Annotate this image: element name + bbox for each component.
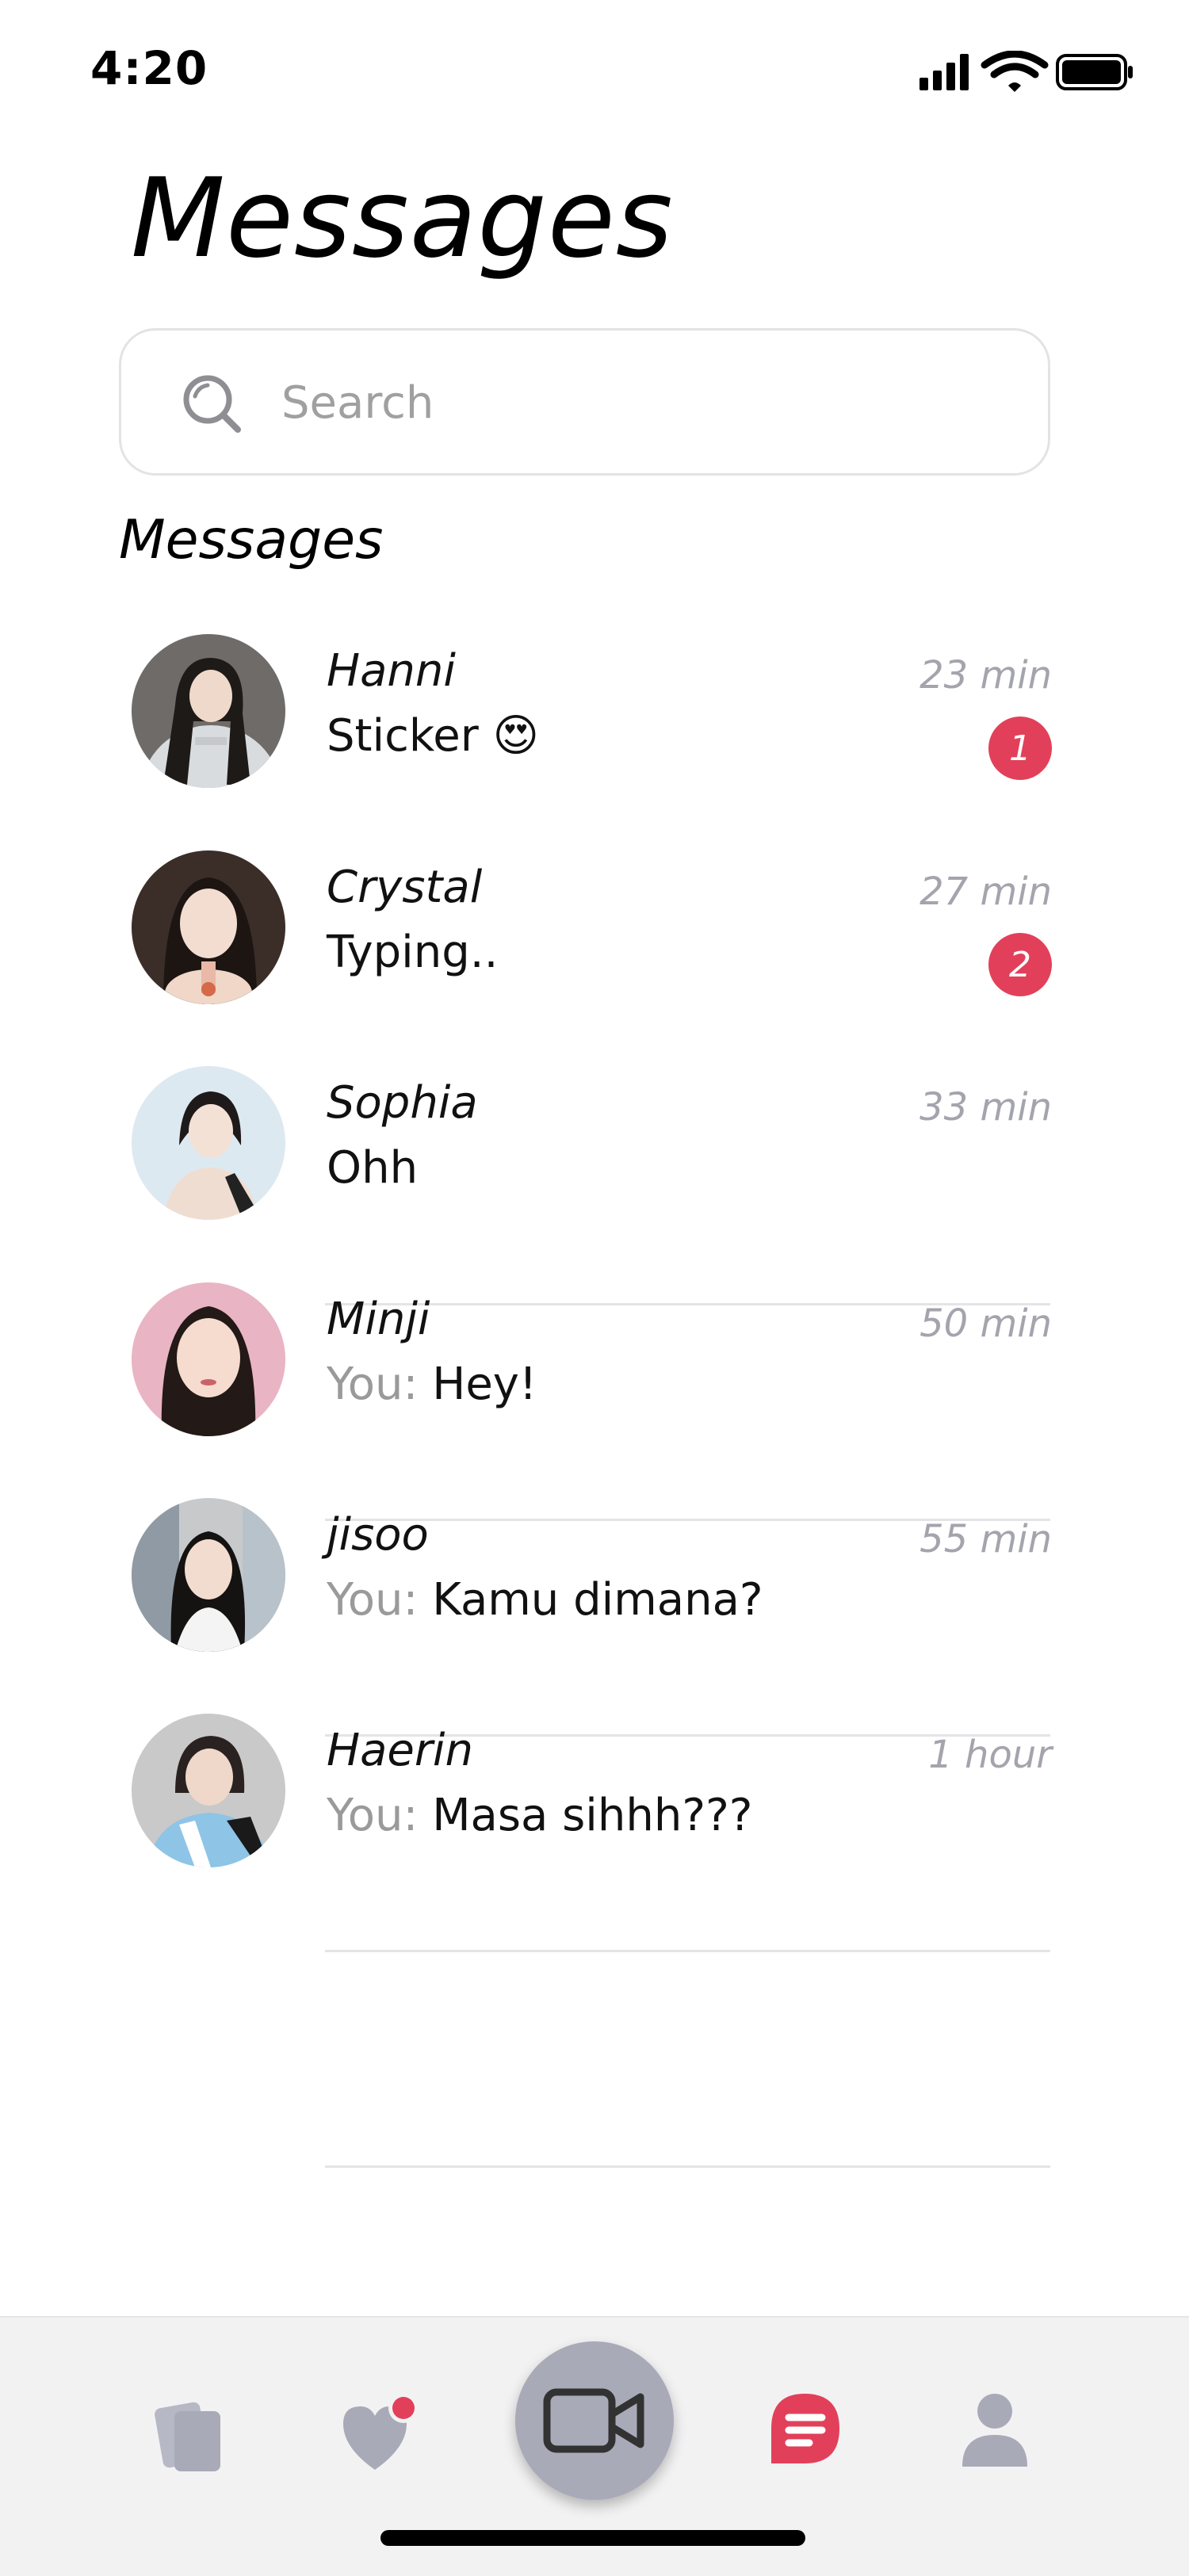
message-time: 55 min bbox=[919, 1517, 1052, 1561]
message-time: 27 min bbox=[919, 869, 1052, 914]
avatar bbox=[132, 1066, 285, 1220]
preview-text: Typing.. bbox=[327, 927, 499, 978]
contact-name: Minji bbox=[327, 1294, 430, 1345]
divider bbox=[325, 1950, 1050, 1952]
conversation-row[interactable]: Sophia 33 min Ohh bbox=[119, 1060, 1054, 1250]
message-time: 33 min bbox=[919, 1085, 1052, 1129]
avatar bbox=[132, 1498, 285, 1652]
avatar bbox=[132, 634, 285, 788]
cellular-signal-icon bbox=[919, 54, 969, 90]
contact-name: Haerin bbox=[327, 1725, 473, 1776]
message-preview: You: Masa sihhh??? bbox=[327, 1790, 753, 1841]
preview-text: Masa sihhh??? bbox=[432, 1790, 753, 1841]
cards-icon[interactable] bbox=[151, 2397, 230, 2476]
message-preview: Ohh bbox=[327, 1142, 418, 1194]
message-preview: Sticker 😍 bbox=[327, 710, 539, 762]
search-bar[interactable] bbox=[119, 328, 1050, 476]
message-time: 23 min bbox=[919, 653, 1052, 698]
unread-badge: 1 bbox=[988, 717, 1052, 780]
unread-badge: 2 bbox=[988, 933, 1052, 996]
profile-icon[interactable] bbox=[961, 2391, 1029, 2470]
chat-icon[interactable] bbox=[765, 2391, 844, 2470]
avatar bbox=[132, 850, 285, 1004]
search-input[interactable] bbox=[280, 362, 996, 443]
conversation-row[interactable]: Hanni 23 min Sticker 😍 1 bbox=[119, 628, 1054, 818]
conversation-row[interactable]: jisoo 55 min You: Kamu dimana? bbox=[119, 1492, 1054, 1682]
contact-name: jisoo bbox=[327, 1509, 429, 1561]
preview-text: Sticker 😍 bbox=[327, 710, 539, 762]
preview-text: Ohh bbox=[327, 1142, 419, 1194]
avatar bbox=[132, 1282, 285, 1436]
status-time: 4:20 bbox=[90, 41, 208, 95]
conversation-row[interactable]: Minji 50 min You: Hey! bbox=[119, 1276, 1054, 1466]
message-preview: You: Kamu dimana? bbox=[327, 1574, 763, 1626]
contact-name: Crystal bbox=[327, 862, 483, 913]
you-prefix: You: bbox=[327, 1790, 433, 1841]
contact-name: Sophia bbox=[327, 1077, 478, 1129]
video-camera-icon bbox=[543, 2388, 644, 2453]
home-indicator bbox=[380, 2530, 805, 2546]
preview-text: Hey! bbox=[432, 1359, 537, 1410]
video-call-button[interactable] bbox=[515, 2341, 674, 2500]
contact-name: Hanni bbox=[327, 645, 456, 697]
you-prefix: You: bbox=[327, 1359, 433, 1410]
message-time: 1 hour bbox=[928, 1733, 1052, 1777]
heart-notification-icon[interactable] bbox=[337, 2387, 424, 2476]
message-preview: Typing.. bbox=[327, 927, 498, 978]
section-title: Messages bbox=[119, 509, 384, 571]
you-prefix: You: bbox=[327, 1574, 433, 1626]
wifi-icon bbox=[981, 51, 1049, 92]
conversation-row[interactable]: Haerin 1 hour You: Masa sihhh??? bbox=[119, 1707, 1054, 1898]
status-icons bbox=[919, 51, 1133, 92]
divider bbox=[325, 2165, 1050, 2168]
conversation-row[interactable]: Crystal 27 min Typing.. 2 bbox=[119, 844, 1054, 1034]
message-preview: You: Hey! bbox=[327, 1359, 537, 1410]
battery-icon bbox=[1056, 54, 1133, 90]
avatar bbox=[132, 1714, 285, 1867]
search-icon bbox=[183, 375, 241, 433]
page-title: Messages bbox=[131, 155, 674, 282]
message-time: 50 min bbox=[919, 1301, 1052, 1346]
preview-text: Kamu dimana? bbox=[432, 1574, 763, 1626]
